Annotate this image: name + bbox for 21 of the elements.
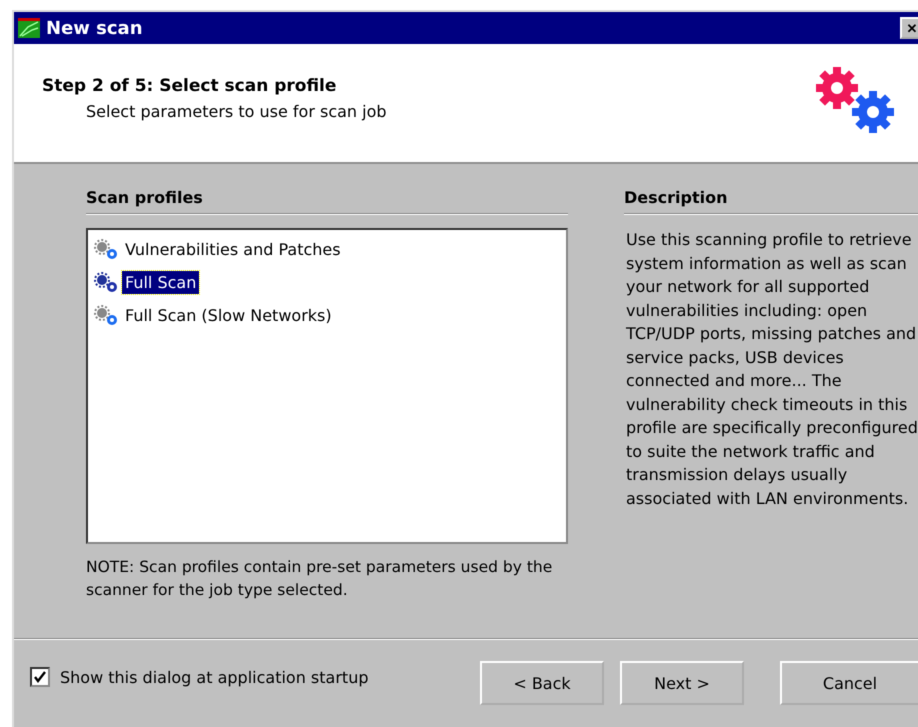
gears-icon <box>94 304 120 326</box>
dialog-button[interactable]: Next > <box>620 661 744 705</box>
close-button[interactable]: ✕ <box>900 17 918 39</box>
step-subtitle: Select parameters to use for scan job <box>86 102 388 121</box>
description-text: Use this scanning profile to retrieve system information as well as scan your network for all supported vulnerabilities including: open TCP/UDP ports, missing patches and service packs, USB devices connected and more... The vulnerability check timeouts in this profile are specifically preconfigured to suite the network traffic and transmission delays usually associated with LAN environments. <box>625 229 918 510</box>
profile-item[interactable]: Full Scan <box>122 271 200 294</box>
note-text: NOTE: Scan profiles contain pre-set parameters used by the scanner for the job type selected. <box>86 557 554 601</box>
window-title: New scan <box>46 18 144 38</box>
profile-item[interactable]: Full Scan (Slow Networks) <box>122 304 335 327</box>
startup-checkbox[interactable] <box>30 667 50 687</box>
section-heading: Scan profiles <box>86 188 568 214</box>
gears-icon <box>813 64 897 136</box>
step-title: Step 2 of 5: Select scan profile <box>42 76 338 96</box>
gears-icon <box>94 272 120 294</box>
dialog-button[interactable]: Cancel <box>780 661 918 705</box>
gears-icon <box>94 238 120 260</box>
section-heading: Description <box>624 188 918 214</box>
dialog-button[interactable]: < Back <box>480 661 604 705</box>
app-icon <box>18 18 40 38</box>
profile-item[interactable]: Vulnerabilities and Patches <box>122 238 344 261</box>
checkbox-label: Show this dialog at application startup <box>60 668 368 686</box>
